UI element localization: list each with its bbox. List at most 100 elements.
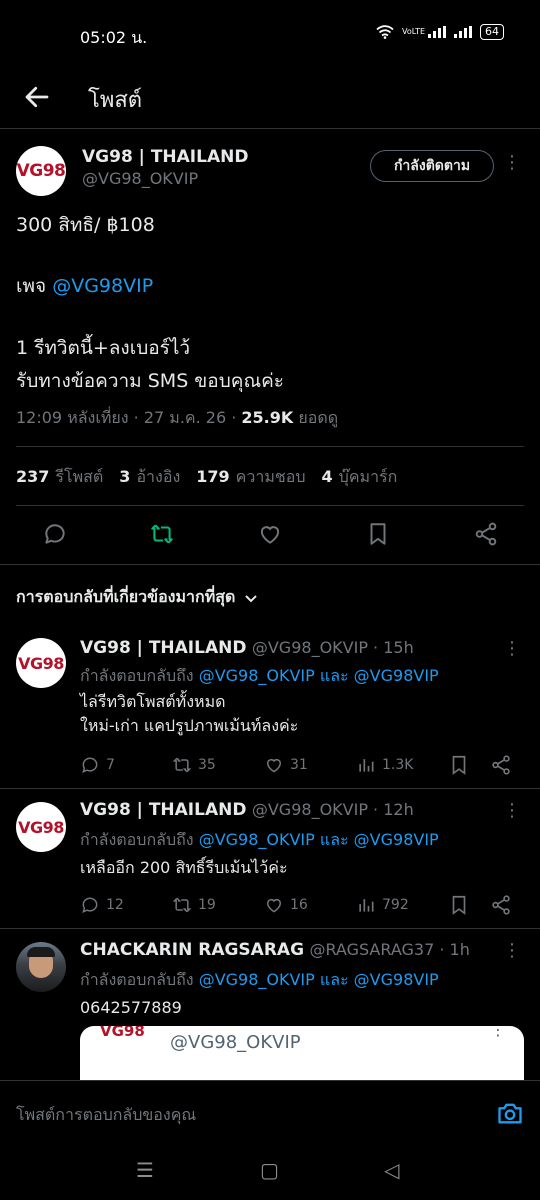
mention-link[interactable]: @VG98_OKVIP และ @VG98VIP: [199, 666, 439, 685]
quotes-stat[interactable]: 3 อ้างอิง: [119, 465, 180, 490]
post-text-line3: 1 รีทวิตนี้+ลงเบอร์ไว้: [16, 337, 191, 359]
post-timestamp[interactable]: 12:09 หลังเที่ยง · 27 ม.ค. 26 ·: [16, 408, 241, 427]
reply-header: VG98 | THAILAND @VG98_OKVIP · 12h: [80, 800, 414, 820]
reply-actions: 12 19 16 792: [80, 894, 520, 916]
top-nav: โพสต์: [0, 70, 540, 126]
reply-author-name[interactable]: VG98 | THAILAND: [80, 638, 246, 658]
post-text-prefix: เพจ: [16, 275, 53, 297]
more-options-icon[interactable]: ⋮: [503, 940, 521, 961]
mention-link[interactable]: @VG98_OKVIP และ @VG98VIP: [199, 830, 439, 849]
mention-link[interactable]: @VG98VIP: [52, 275, 153, 297]
reply-button[interactable]: 12: [80, 895, 172, 915]
like-icon: [267, 899, 281, 913]
camera-icon[interactable]: [496, 1099, 524, 1127]
author-handle[interactable]: @VG98_OKVIP: [82, 169, 198, 188]
like-icon: [267, 759, 281, 773]
reply-icon[interactable]: [42, 521, 68, 547]
menu-icon[interactable]: ☰: [136, 1158, 154, 1182]
bookmarks-stat[interactable]: 4 บุ๊คมาร์ก: [322, 465, 398, 490]
share-icon[interactable]: [490, 894, 512, 916]
reply-text: เหลืออีก 200 สิทธิ์รีบเม้นไว้ค่ะ: [80, 858, 288, 877]
reply-button[interactable]: 7: [80, 755, 172, 775]
share-icon[interactable]: [490, 754, 512, 776]
reposts-stat[interactable]: 237 รีโพสต์: [16, 465, 103, 490]
analytics-icon: [359, 899, 374, 912]
divider: [0, 128, 540, 129]
views-button[interactable]: 1.3K: [356, 755, 448, 775]
replying-to-label: กำลังตอบกลับถึง: [80, 970, 199, 989]
reply-author-handle[interactable]: @VG98_OKVIP · 12h: [252, 800, 414, 819]
more-options-icon[interactable]: ⋮: [503, 800, 521, 821]
view-count: 1.3K: [382, 757, 414, 773]
back-icon[interactable]: ◁: [384, 1158, 399, 1182]
replying-to-label: กำลังตอบกลับถึง: [80, 666, 199, 685]
repost-button[interactable]: 19: [172, 895, 264, 915]
more-options-icon[interactable]: ⋮: [503, 638, 521, 659]
reply-text: ไล่รีทวิตโพสต์ทั้งหมด ใหม่-เก่า แคปรูปภา…: [80, 690, 298, 738]
quotes-label: อ้างอิง: [136, 467, 181, 486]
reply-author-name[interactable]: CHACKARIN RAGSARAG: [80, 940, 304, 960]
following-button[interactable]: กำลังติดตาม: [370, 150, 494, 182]
reply-icon: [82, 897, 98, 913]
repost-icon[interactable]: [149, 521, 175, 547]
like-button[interactable]: 31: [264, 755, 356, 775]
reply-count: 7: [106, 757, 115, 773]
reply-author-handle[interactable]: @VG98_OKVIP · 15h: [252, 638, 414, 657]
replying-to: กำลังตอบกลับถึง @VG98_OKVIP และ @VG98VIP: [80, 664, 439, 689]
reply-icon: [82, 757, 98, 773]
repost-button[interactable]: 35: [172, 755, 264, 775]
volte-label: VoLTE: [402, 27, 426, 36]
reposts-label: รีโพสต์: [55, 467, 104, 486]
card-more-icon: ⋮: [490, 1026, 506, 1039]
avatar[interactable]: [16, 942, 66, 992]
replies-sort-toggle[interactable]: การตอบกลับที่เกี่ยวข้องมากที่สุด: [16, 585, 259, 610]
reply-text-line2: ใหม่-เก่า แคปรูปภาพเม้นท์ลงค่ะ: [80, 716, 299, 735]
view-count: 792: [382, 897, 409, 913]
repost-icon: [172, 897, 192, 913]
reply-author-handle[interactable]: @RAGSARAG37 · 1h: [309, 940, 469, 959]
repost-icon: [172, 757, 192, 773]
reposts-count: 237: [16, 467, 50, 486]
reply-composer[interactable]: โพสต์การตอบกลับของคุณ: [0, 1080, 540, 1146]
reply-item[interactable]: VG98 VG98 | THAILAND @VG98_OKVIP · 12h ⋮…: [0, 792, 540, 926]
mention-link[interactable]: @VG98_OKVIP และ @VG98VIP: [199, 970, 439, 989]
like-count: 16: [290, 897, 308, 913]
avatar[interactable]: VG98: [16, 146, 66, 196]
views-button[interactable]: 792: [356, 895, 448, 915]
like-count: 31: [290, 757, 308, 773]
like-button[interactable]: 16: [264, 895, 356, 915]
reply-text-line1: ไล่รีทวิตโพสต์ทั้งหมด: [80, 692, 226, 711]
replying-to-label: กำลังตอบกลับถึง: [80, 830, 199, 849]
likes-stat[interactable]: 179 ความชอบ: [196, 465, 305, 490]
reply-item[interactable]: VG98 VG98 | THAILAND @VG98_OKVIP · 15h ⋮…: [0, 630, 540, 790]
reply-author-name[interactable]: VG98 | THAILAND: [80, 800, 246, 820]
avatar[interactable]: VG98: [16, 638, 66, 688]
bookmark-icon[interactable]: [448, 894, 470, 916]
author-name[interactable]: VG98 | THAILAND: [82, 147, 248, 167]
bookmarks-count: 4: [321, 467, 333, 486]
signal-icon: [428, 26, 446, 38]
bookmark-icon[interactable]: [365, 521, 391, 547]
battery-icon: 64: [480, 24, 504, 40]
post-text-line4: รับทางข้อความ SMS ขอบคุณค่ะ: [16, 370, 285, 392]
reply-actions: 7 35 31 1.3K: [80, 754, 520, 776]
system-nav-bar: ☰ ▢ ◁: [0, 1146, 540, 1200]
bookmark-icon[interactable]: [448, 754, 470, 776]
replying-to: กำลังตอบกลับถึง @VG98_OKVIP และ @VG98VIP: [80, 968, 439, 993]
back-arrow-icon[interactable]: [22, 82, 52, 112]
post-text-line2: เพจ @VG98VIP: [16, 271, 153, 301]
view-label: ยอดดู: [293, 408, 339, 427]
status-bar: 05:02 น. VoLTE 64: [0, 0, 540, 70]
card-logo: VG98: [100, 1026, 145, 1040]
avatar[interactable]: VG98: [16, 802, 66, 852]
more-options-icon[interactable]: ⋮: [503, 152, 521, 173]
reply-input[interactable]: โพสต์การตอบกลับของคุณ: [16, 1103, 196, 1128]
like-icon[interactable]: [257, 521, 283, 547]
chevron-down-icon: [245, 594, 258, 602]
quoted-image-preview[interactable]: VG98 @VG98_OKVIP ⋮: [80, 1026, 524, 1086]
view-count: 25.9K: [241, 408, 294, 427]
divider: [0, 564, 540, 565]
reply-header: VG98 | THAILAND @VG98_OKVIP · 15h: [80, 638, 414, 658]
share-icon[interactable]: [473, 521, 499, 547]
home-icon[interactable]: ▢: [260, 1158, 279, 1182]
